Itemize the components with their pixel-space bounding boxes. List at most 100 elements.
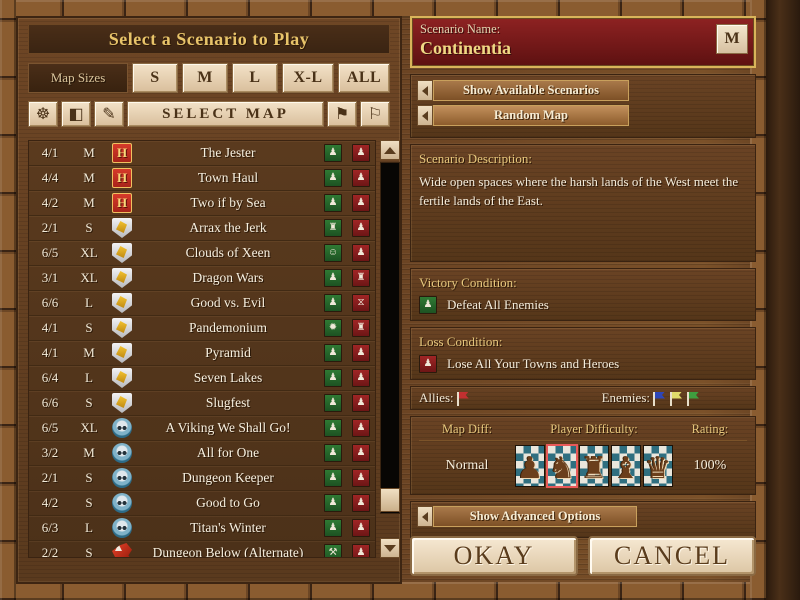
- map-list-row[interactable]: 6/3 L Titan's Winter ♟ ♟: [29, 516, 375, 541]
- shield-icon: [112, 318, 132, 338]
- loss-flag-icon[interactable]: ⚐: [360, 101, 390, 127]
- frame-left-planks: [0, 0, 16, 600]
- scenario-description-text: Wide open spaces where the harsh lands o…: [419, 174, 739, 208]
- layers-icon[interactable]: ◧: [61, 101, 91, 127]
- victory-condition-label: Victory Condition:: [419, 275, 517, 290]
- row-size: M: [83, 145, 95, 160]
- row-scenario-name: Pyramid: [205, 345, 251, 360]
- row-faction-cell: [107, 343, 137, 363]
- shield-icon: [112, 218, 132, 238]
- loss-condition-icon: ♟: [419, 355, 437, 373]
- row-loss-cell: ⧖: [347, 294, 375, 312]
- row-victory-cell: ♟: [319, 194, 347, 212]
- scrollbar-track[interactable]: [380, 162, 400, 514]
- row-loss-cell: ♜: [347, 269, 375, 287]
- difficulty-selector[interactable]: ♟ ♞ ♜ ♝ ♛: [515, 444, 673, 488]
- show-advanced-options-dropdown[interactable]: Show Advanced Options: [417, 506, 637, 527]
- map-list-row[interactable]: 3/1 XL Dragon Wars ♟ ♜: [29, 266, 375, 291]
- row-victory-cell: ♟: [319, 369, 347, 387]
- map-list-row[interactable]: 2/1 S Arrax the Jerk ♜ ♟: [29, 216, 375, 241]
- map-list-row[interactable]: 6/4 L Seven Lakes ♟ ♟: [29, 366, 375, 391]
- random-map-label[interactable]: Random Map: [433, 105, 629, 126]
- victory-flag-icon[interactable]: ⚑: [327, 101, 357, 127]
- row-players: 6/6: [41, 395, 59, 410]
- row-victory-cell: ♟: [319, 294, 347, 312]
- row-faction-cell: [107, 393, 137, 413]
- chevron-left-icon: [422, 85, 428, 96]
- shield-icon: [112, 293, 132, 313]
- map-list[interactable]: 4/1 M H The Jester ♟ ♟ 4/4 M H Town Haul ♟ ♟ 4/2 M H Tw…: [28, 140, 376, 558]
- size-filter-m[interactable]: M: [182, 63, 228, 93]
- map-list-scrollbar[interactable]: [380, 140, 400, 558]
- dropdown-prev-arrow[interactable]: [417, 105, 433, 126]
- row-scenario-name: The Jester: [200, 145, 256, 160]
- map-list-row[interactable]: 6/5 XL Clouds of Xeen ☺ ♟: [29, 241, 375, 266]
- loss-condition-icon: ♟: [352, 544, 370, 557]
- skull-icon: [112, 518, 132, 538]
- cancel-button[interactable]: CANCEL: [588, 536, 756, 576]
- size-filter-s[interactable]: S: [132, 63, 178, 93]
- row-size: XL: [80, 245, 98, 260]
- dropdown-prev-arrow[interactable]: [417, 80, 433, 101]
- row-loss-cell: ♟: [347, 494, 375, 512]
- difficulty-knight-glyph: ♞: [548, 452, 576, 485]
- enemy-flag-icon: [687, 391, 701, 406]
- map-size-filter-bar: Map Sizes S M L X-L ALL: [28, 62, 390, 94]
- map-list-row[interactable]: 2/1 S Dungeon Keeper ♟ ♟: [29, 466, 375, 491]
- difficulty-knight[interactable]: ♞: [546, 444, 578, 488]
- map-list-row[interactable]: 4/4 M H Town Haul ♟ ♟: [29, 166, 375, 191]
- row-players: 4/2: [41, 195, 59, 210]
- row-size: S: [85, 495, 93, 510]
- row-size: M: [83, 195, 95, 210]
- victory-condition-icon: ♟: [324, 194, 342, 212]
- scrollbar-thumb[interactable]: [380, 488, 400, 512]
- row-faction-cell: H: [107, 193, 137, 213]
- victory-condition-icon: ♜: [324, 219, 342, 237]
- map-list-row[interactable]: 3/2 M All for One ♟ ♟: [29, 441, 375, 466]
- world-icon[interactable]: ☸: [28, 101, 58, 127]
- frame-bottom-planks: [0, 582, 800, 600]
- difficulty-queen[interactable]: ♛: [643, 445, 673, 487]
- map-size-badge[interactable]: M: [716, 24, 748, 54]
- size-filter-all[interactable]: ALL: [338, 63, 390, 93]
- row-victory-cell: ♟: [319, 269, 347, 287]
- enemies-label: Enemies:: [601, 390, 650, 405]
- loss-condition-icon: ♟: [352, 419, 370, 437]
- row-faction-cell: [107, 293, 137, 313]
- scenario-selection-dialog: Select a Scenario to Play Map Sizes S M …: [0, 0, 800, 600]
- select-map-sort-button[interactable]: SELECT MAP: [127, 101, 324, 127]
- map-list-row[interactable]: 6/6 S Slugfest ♟ ♟: [29, 391, 375, 416]
- row-faction-cell: [107, 368, 137, 388]
- row-victory-cell: ♜: [319, 219, 347, 237]
- size-filter-l[interactable]: L: [232, 63, 278, 93]
- difficulty-bishop[interactable]: ♝: [611, 445, 641, 487]
- map-list-row[interactable]: 4/1 S Pandemonium ✹ ♜: [29, 316, 375, 341]
- scroll-up-button[interactable]: [380, 140, 400, 160]
- row-loss-cell: ♟: [347, 194, 375, 212]
- row-players: 6/4: [41, 370, 59, 385]
- show-available-scenarios-dropdown[interactable]: Show Available Scenarios: [417, 80, 629, 101]
- loss-condition-icon: ♟: [352, 369, 370, 387]
- victory-condition-icon: ♟: [324, 169, 342, 187]
- dropdown-prev-arrow[interactable]: [417, 506, 433, 527]
- pencil-icon[interactable]: ✎: [94, 101, 124, 127]
- map-list-row[interactable]: 6/5 XL A Viking We Shall Go! ♟ ♟: [29, 416, 375, 441]
- map-list-row[interactable]: 4/2 M H Two if by Sea ♟ ♟: [29, 191, 375, 216]
- difficulty-pawn[interactable]: ♟: [515, 445, 545, 487]
- row-loss-cell: ♟: [347, 369, 375, 387]
- scroll-down-button[interactable]: [380, 538, 400, 558]
- map-list-row[interactable]: 4/1 M Pyramid ♟ ♟: [29, 341, 375, 366]
- show-available-scenarios-label[interactable]: Show Available Scenarios: [433, 80, 629, 101]
- row-scenario-name: Dragon Wars: [192, 270, 264, 285]
- random-map-dropdown[interactable]: Random Map: [417, 105, 629, 126]
- show-advanced-options-label[interactable]: Show Advanced Options: [433, 506, 637, 527]
- map-list-row[interactable]: 4/2 S Good to Go ♟ ♟: [29, 491, 375, 516]
- row-victory-cell: ♟: [319, 169, 347, 187]
- size-filter-xl[interactable]: X-L: [282, 63, 334, 93]
- row-faction-cell: [107, 268, 137, 288]
- difficulty-rook[interactable]: ♜: [579, 445, 609, 487]
- map-list-row[interactable]: 2/2 S Dungeon Below (Alternate) ⚒ ♟: [29, 541, 375, 557]
- okay-button[interactable]: OKAY: [410, 536, 578, 576]
- map-list-row[interactable]: 4/1 M H The Jester ♟ ♟: [29, 141, 375, 166]
- map-list-row[interactable]: 6/6 L Good vs. Evil ♟ ⧖: [29, 291, 375, 316]
